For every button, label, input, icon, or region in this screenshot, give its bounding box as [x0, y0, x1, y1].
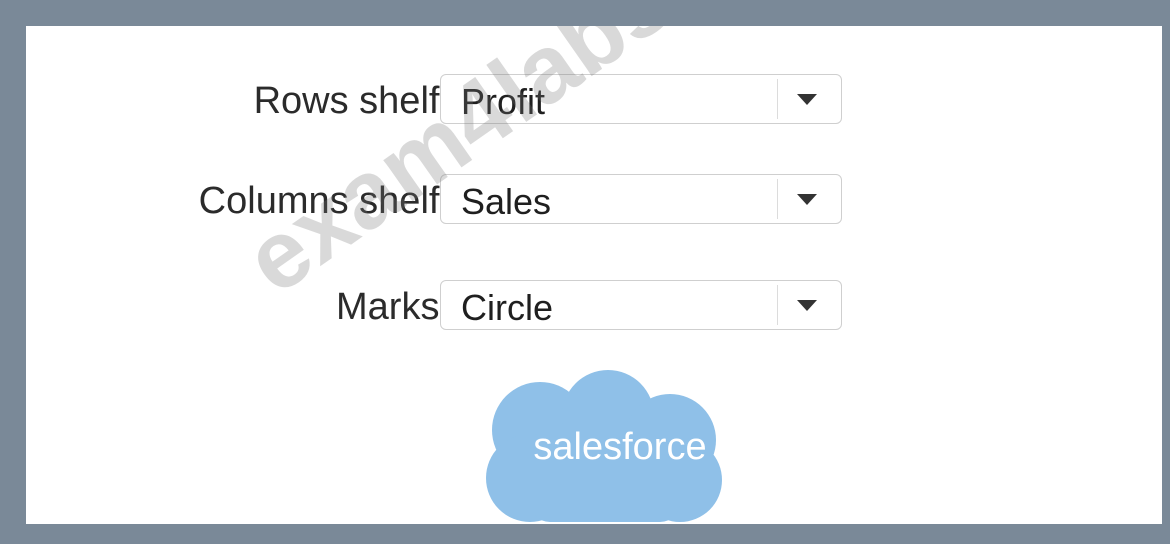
chevron-down-icon[interactable] — [797, 94, 817, 105]
columns-shelf-select[interactable]: Sales — [440, 174, 842, 224]
select-divider — [777, 79, 778, 119]
select-divider — [777, 179, 778, 219]
rows-shelf-row: Rows shelf: Profit — [26, 74, 1162, 128]
chevron-down-icon[interactable] — [797, 194, 817, 205]
rows-shelf-select[interactable]: Profit — [440, 74, 842, 124]
marks-label: Marks: — [336, 286, 450, 328]
rows-shelf-value: Profit — [461, 81, 546, 122]
form-panel: Rows shelf: Profit Columns shelf: Sales … — [26, 26, 1162, 524]
columns-shelf-value: Sales — [461, 181, 552, 222]
columns-shelf-label: Columns shelf: — [198, 180, 450, 222]
marks-select[interactable]: Circle — [440, 280, 842, 330]
salesforce-logo-text: salesforce — [533, 426, 707, 468]
columns-shelf-row: Columns shelf: Sales — [26, 174, 1162, 228]
rows-shelf-label: Rows shelf: — [253, 80, 450, 122]
marks-value: Circle — [461, 287, 554, 328]
select-divider — [777, 285, 778, 325]
marks-row: Marks: Circle — [26, 280, 1162, 334]
watermark: exam4labs.com — [226, 26, 874, 315]
chevron-down-icon[interactable] — [797, 300, 817, 311]
